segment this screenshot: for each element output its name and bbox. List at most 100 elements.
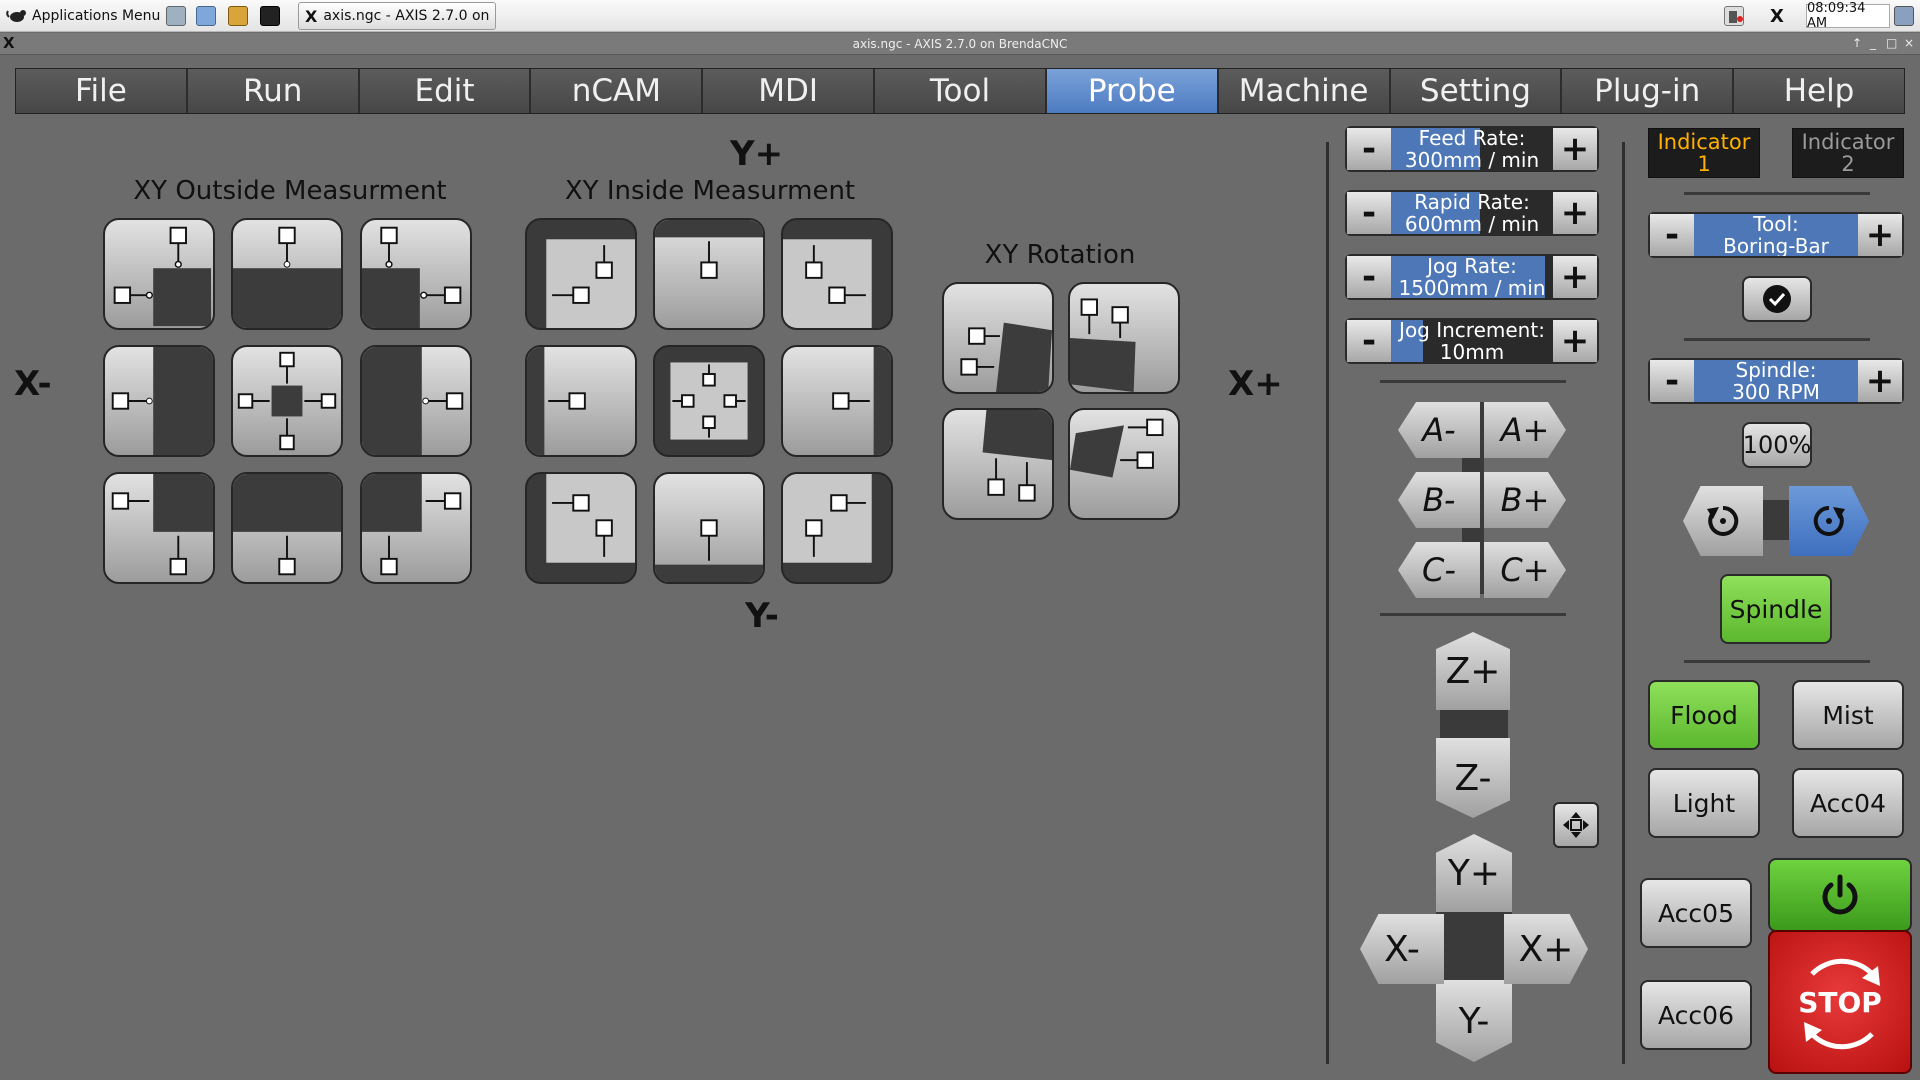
acc06-button[interactable]: Acc06 xyxy=(1640,980,1752,1050)
menu-setting[interactable]: Setting xyxy=(1390,69,1563,113)
rotation-bottom-probe-button[interactable] xyxy=(942,408,1054,520)
rapid-rate-spinner: - Rapid Rate: 600mm / min + xyxy=(1345,190,1599,236)
jog-a-minus-button[interactable]: A- xyxy=(1398,402,1480,458)
inside-top-probe-button[interactable] xyxy=(653,218,765,330)
xy-jog-center xyxy=(1436,904,1512,988)
spindle-button[interactable]: Spindle xyxy=(1720,574,1832,644)
text-editor-icon[interactable] xyxy=(228,6,248,26)
jog-x-plus-button[interactable]: X+ xyxy=(1504,914,1588,984)
jog-increment-minus-button[interactable]: - xyxy=(1347,320,1391,362)
power-icon xyxy=(1822,874,1858,915)
outside-right-probe-button[interactable] xyxy=(360,345,472,457)
menu-plug-in[interactable]: Plug-in xyxy=(1562,69,1735,113)
spindle-override-button[interactable]: 100% xyxy=(1742,422,1812,468)
indicator-2[interactable]: Indicator 2 xyxy=(1792,128,1904,178)
menu-tool[interactable]: Tool xyxy=(875,69,1047,113)
jog-y-minus-button[interactable]: Y- xyxy=(1436,980,1512,1062)
flood-button[interactable]: Flood xyxy=(1648,680,1760,750)
applications-menu[interactable]: Applications Menu xyxy=(6,3,160,29)
menu-machine[interactable]: Machine xyxy=(1218,69,1391,113)
tool-plus-button[interactable]: + xyxy=(1858,214,1902,256)
tool-display[interactable]: Tool: Boring-Bar xyxy=(1694,214,1858,256)
inside-right-probe-button[interactable] xyxy=(781,345,893,457)
tool-confirm-button[interactable] xyxy=(1742,276,1812,322)
rotation-top-probe-button[interactable] xyxy=(1068,282,1180,394)
menu-ncam[interactable]: nCAM xyxy=(531,69,704,113)
window-maximize-icon[interactable]: □ xyxy=(1886,36,1897,50)
jog-increment-plus-button[interactable]: + xyxy=(1553,320,1597,362)
jog-b-minus-button[interactable]: B- xyxy=(1398,472,1480,528)
file-manager-icon[interactable] xyxy=(196,6,216,26)
jog-rate-display[interactable]: Jog Rate: 1500mm / min xyxy=(1391,256,1553,298)
spindle-display[interactable]: Spindle: 300 RPM xyxy=(1694,360,1858,402)
outside-bottom-left-probe-button[interactable] xyxy=(103,472,215,584)
window-up-icon[interactable]: ↑ xyxy=(1852,36,1862,50)
outside-left-probe-button[interactable] xyxy=(103,345,215,457)
menu-help[interactable]: Help xyxy=(1734,69,1904,113)
feed-rate-display[interactable]: Feed Rate: 300mm / min xyxy=(1391,128,1553,170)
jog-rate-value: 1500mm / min xyxy=(1398,276,1546,298)
terminal-icon[interactable] xyxy=(260,6,280,26)
feed-rate-minus-button[interactable]: - xyxy=(1347,128,1391,170)
rapid-rate-plus-button[interactable]: + xyxy=(1553,192,1597,234)
outside-top-left-probe-button[interactable] xyxy=(103,218,215,330)
tool-minus-button[interactable]: - xyxy=(1650,214,1694,256)
menu-mdi[interactable]: MDI xyxy=(703,69,876,113)
light-button[interactable]: Light xyxy=(1648,768,1760,838)
jog-z-minus-button[interactable]: Z- xyxy=(1436,738,1510,818)
jog-c-minus-button[interactable]: C- xyxy=(1398,542,1480,598)
outside-bottom-probe-button[interactable] xyxy=(231,472,343,584)
x-app-tray-icon[interactable]: X xyxy=(1762,6,1792,27)
task-axis-window[interactable]: X axis.ngc - AXIS 2.7.0 on ... xyxy=(298,2,496,30)
spindle-forward-button[interactable] xyxy=(1789,486,1869,556)
machine-power-button[interactable] xyxy=(1768,858,1912,932)
menu-file[interactable]: File xyxy=(16,69,188,113)
jog-mode-move-icon[interactable] xyxy=(1553,802,1599,848)
feed-rate-plus-button[interactable]: + xyxy=(1553,128,1597,170)
menu-probe[interactable]: Probe xyxy=(1046,69,1219,113)
rotation-left-probe-button[interactable] xyxy=(942,282,1054,394)
jog-x-minus-button[interactable]: X- xyxy=(1360,914,1444,984)
acc04-button[interactable]: Acc04 xyxy=(1792,768,1904,838)
jog-rate-plus-button[interactable]: + xyxy=(1553,256,1597,298)
inside-top-left-probe-button[interactable] xyxy=(525,218,637,330)
spindle-divider xyxy=(1684,660,1870,663)
jog-y-plus-button[interactable]: Y+ xyxy=(1436,834,1512,912)
jog-a-plus-button[interactable]: A+ xyxy=(1484,402,1566,458)
inside-left-probe-button[interactable] xyxy=(525,345,637,457)
menu-run[interactable]: Run xyxy=(187,69,360,113)
inside-center-probe-button[interactable] xyxy=(653,345,765,457)
desktop-icon[interactable] xyxy=(166,6,186,26)
rotation-right-probe-button[interactable] xyxy=(1068,408,1180,520)
inside-bottom-left-probe-button[interactable] xyxy=(525,472,637,584)
spindle-minus-button[interactable]: - xyxy=(1650,360,1694,402)
jog-increment-display[interactable]: Jog Increment: 10mm xyxy=(1391,320,1553,362)
window-close-icon[interactable]: × xyxy=(1904,36,1914,50)
window-minimize-icon[interactable]: _ xyxy=(1870,36,1876,50)
axis-app-icon: X xyxy=(305,6,318,26)
spindle-plus-button[interactable]: + xyxy=(1858,360,1902,402)
jog-b-plus-button[interactable]: B+ xyxy=(1484,472,1566,528)
jog-c-plus-button[interactable]: C+ xyxy=(1484,542,1566,598)
emergency-stop-button[interactable]: STOP xyxy=(1768,930,1912,1074)
inside-bottom-right-probe-button[interactable] xyxy=(781,472,893,584)
clock: 08:09:34 AM xyxy=(1806,1,1890,31)
rapid-rate-minus-button[interactable]: - xyxy=(1347,192,1391,234)
acc05-button[interactable]: Acc05 xyxy=(1640,878,1752,948)
indicator-1[interactable]: Indicator 1 xyxy=(1648,128,1760,178)
jog-z-plus-button[interactable]: Z+ xyxy=(1436,632,1510,710)
menu-edit[interactable]: Edit xyxy=(359,69,532,113)
inside-top-right-probe-button[interactable] xyxy=(781,218,893,330)
outside-bottom-right-probe-button[interactable] xyxy=(360,472,472,584)
indicator-2-number: 2 xyxy=(1841,152,1855,176)
power-plug-icon[interactable] xyxy=(1724,6,1744,26)
spindle-reverse-button[interactable] xyxy=(1683,486,1763,556)
rapid-rate-display[interactable]: Rapid Rate: 600mm / min xyxy=(1391,192,1553,234)
jog-rate-minus-button[interactable]: - xyxy=(1347,256,1391,298)
outside-top-probe-button[interactable] xyxy=(231,218,343,330)
outside-top-right-probe-button[interactable] xyxy=(360,218,472,330)
mist-button[interactable]: Mist xyxy=(1792,680,1904,750)
inside-bottom-probe-button[interactable] xyxy=(653,472,765,584)
network-icon[interactable] xyxy=(1894,6,1914,26)
outside-center-probe-button[interactable] xyxy=(231,345,343,457)
